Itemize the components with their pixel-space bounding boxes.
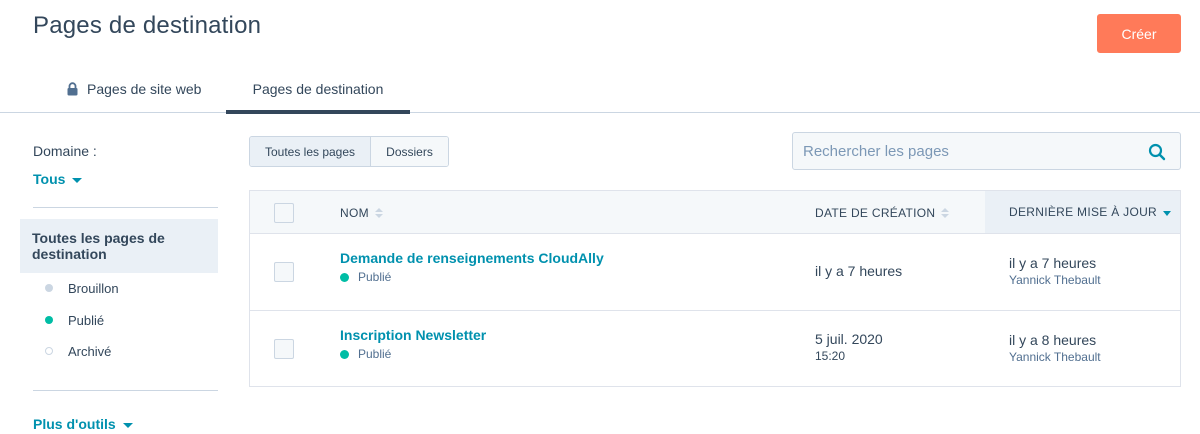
sort-icon [374, 207, 383, 218]
status-dot-icon [45, 284, 53, 292]
column-header-name-label: NOM [340, 205, 369, 220]
filter-status-draft[interactable]: Brouillon [45, 278, 119, 298]
created-date: il y a 7 heures [815, 263, 903, 279]
status-label: Publié [358, 347, 392, 361]
updated-date: il y a 7 heures [1009, 255, 1097, 271]
column-header-created-label: DATE DE CRÉATION [815, 205, 936, 220]
filter-status-archived[interactable]: Archivé [45, 341, 111, 361]
pages-table: NOM DATE DE CRÉATION DERNIÈRE MISE À JOU… [249, 190, 1181, 387]
sort-descending-icon [1163, 210, 1172, 216]
caret-down-icon [122, 422, 133, 428]
tab-bar: Pages de site web Pages de destination [0, 66, 1200, 114]
filter-status-draft-label: Brouillon [68, 280, 119, 296]
column-header-name[interactable]: NOM [340, 191, 383, 234]
domain-label: Domaine : [33, 143, 97, 159]
table-header: NOM DATE DE CRÉATION DERNIÈRE MISE À JOU… [250, 191, 1180, 234]
domain-dropdown[interactable]: Tous [33, 171, 83, 187]
status-dot-icon [45, 347, 53, 355]
updated-author: Yannick Thebault [1009, 350, 1101, 364]
updated-date: il y a 8 heures [1009, 332, 1097, 348]
more-tools-dropdown[interactable]: Plus d'outils [33, 416, 133, 432]
divider [33, 207, 218, 208]
row-checkbox[interactable] [274, 262, 294, 282]
search-input[interactable] [793, 133, 1133, 169]
caret-down-icon [72, 177, 83, 183]
status-dot-icon [340, 349, 349, 359]
column-header-updated[interactable]: DERNIÈRE MISE À JOUR [985, 191, 1180, 233]
tab-landing-pages-label: Pages de destination [252, 81, 384, 97]
filter-status-published-label: Publié [68, 312, 105, 328]
create-button[interactable]: Créer [1097, 14, 1181, 53]
view-all-pages-button[interactable]: Toutes les pages [250, 137, 371, 166]
status-label: Publié [358, 270, 392, 284]
tab-landing-pages[interactable]: Pages de destination [226, 66, 410, 114]
tab-website-pages-label: Pages de site web [87, 81, 202, 97]
table-row: Demande de renseignements CloudAlly Publ… [250, 234, 1180, 311]
page-title: Pages de destination [33, 12, 262, 39]
page-name-link[interactable]: Demande de renseignements CloudAlly [340, 250, 604, 266]
status-badge: Publié [340, 347, 391, 361]
view-toggle: Toutes les pages Dossiers [249, 136, 449, 167]
column-header-created[interactable]: DATE DE CRÉATION [815, 191, 950, 234]
table-row: Inscription Newsletter Publié 5 juil. 20… [250, 311, 1180, 388]
page-name-link[interactable]: Inscription Newsletter [340, 327, 486, 343]
view-folders-button[interactable]: Dossiers [371, 137, 448, 166]
more-tools-label: Plus d'outils [33, 416, 116, 432]
select-all-checkbox[interactable] [274, 203, 294, 223]
search-box [792, 132, 1181, 170]
created-time: 15:20 [815, 349, 846, 363]
lock-icon [66, 82, 79, 96]
column-header-updated-label: DERNIÈRE MISE À JOUR [1009, 205, 1158, 219]
filter-status-archived-label: Archivé [68, 343, 112, 359]
search-icon[interactable] [1148, 143, 1166, 161]
status-dot-icon [45, 316, 53, 324]
status-badge: Publié [340, 270, 391, 284]
tab-website-pages[interactable]: Pages de site web [66, 66, 201, 112]
row-checkbox[interactable] [274, 339, 294, 359]
divider [33, 390, 218, 391]
status-dot-icon [340, 272, 349, 282]
updated-author: Yannick Thebault [1009, 273, 1101, 287]
sort-icon [941, 207, 950, 218]
created-date: 5 juil. 2020 [815, 331, 883, 347]
filter-status-published[interactable]: Publié [45, 310, 104, 330]
filter-all-landing-pages[interactable]: Toutes les pages de destination [20, 219, 218, 273]
domain-dropdown-value: Tous [33, 171, 66, 187]
